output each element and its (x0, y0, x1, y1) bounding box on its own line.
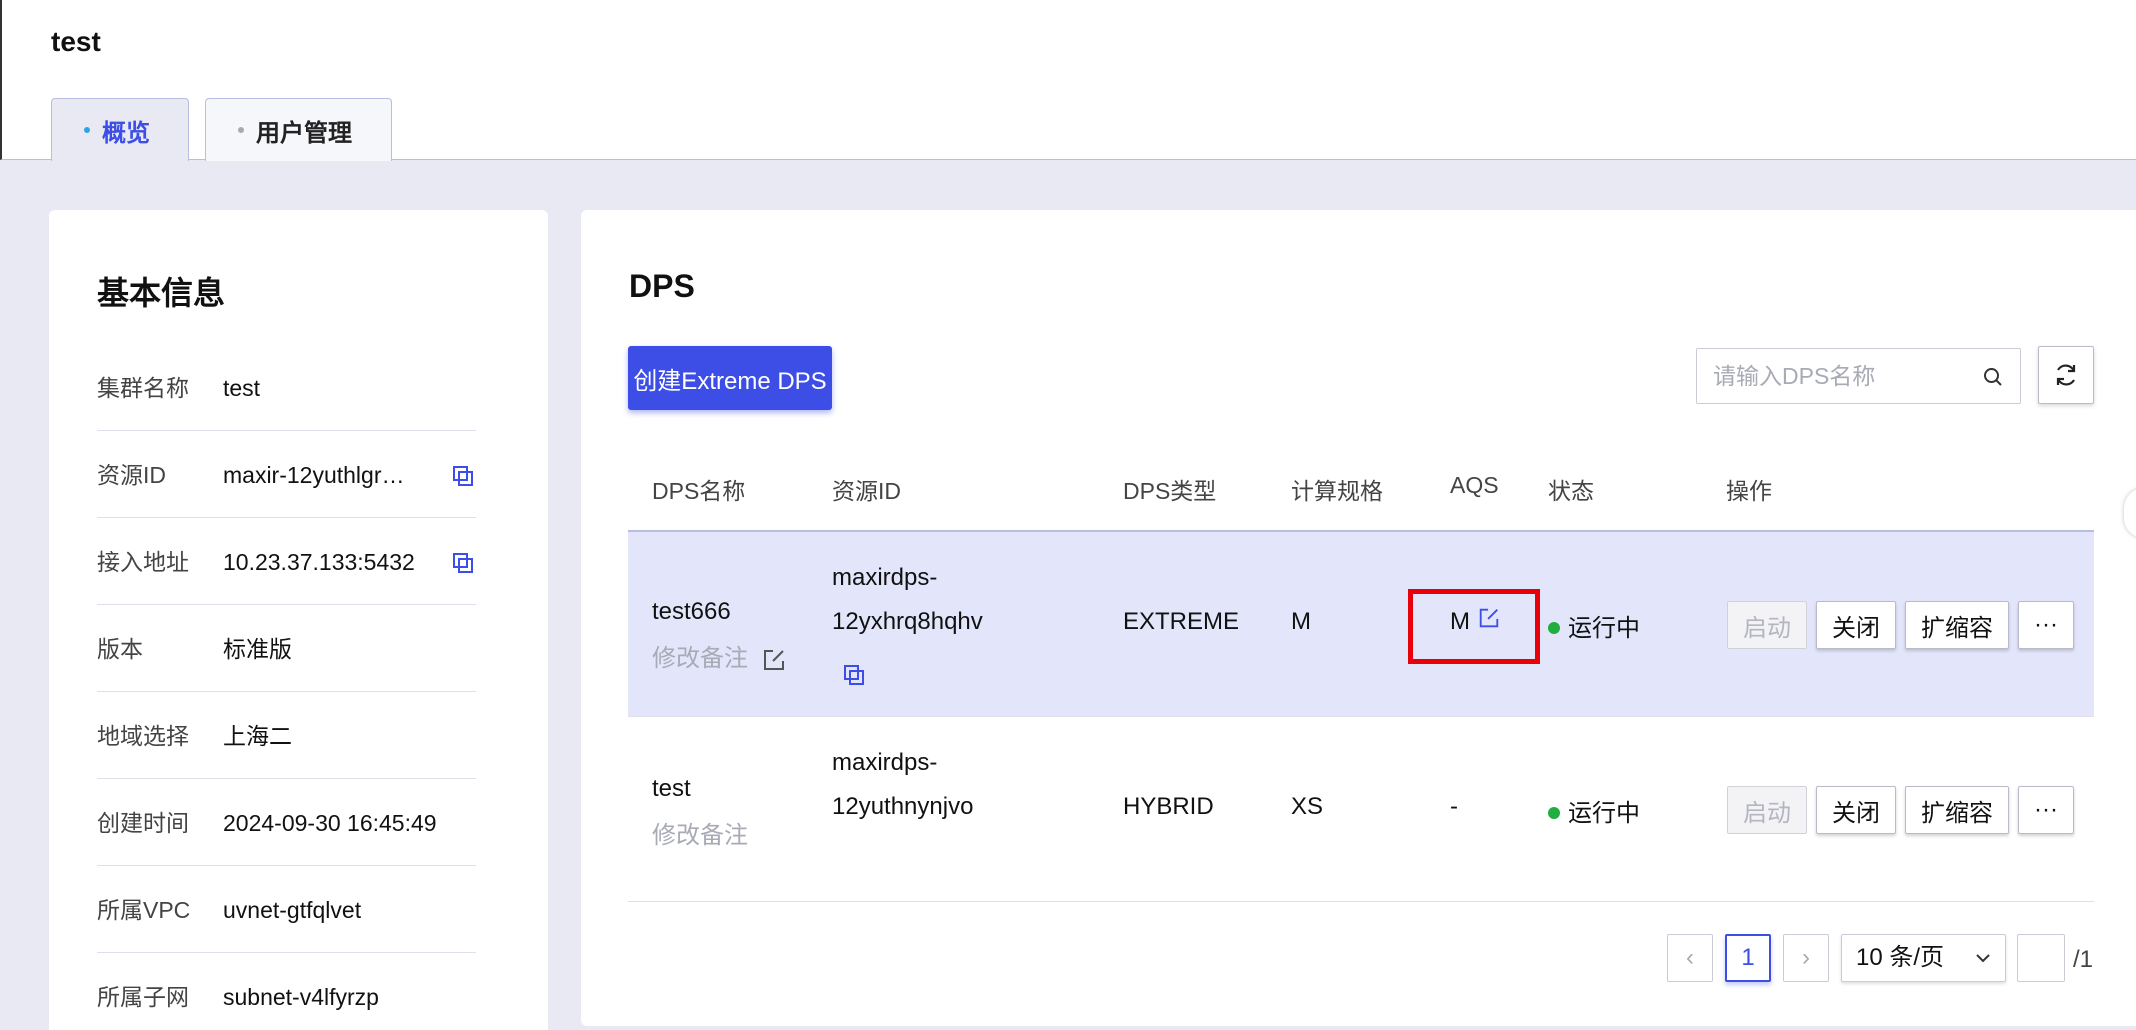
dps-type: HYBRID (1123, 793, 1214, 820)
scale-button[interactable]: 扩缩容 (1905, 786, 2009, 834)
info-row-region: 地域选择 上海二 (97, 693, 476, 779)
edit-remark-link[interactable]: 修改备注 (652, 815, 748, 850)
status-running-dot (1548, 621, 1560, 634)
resource-id-line1: maxirdps- (832, 749, 938, 776)
resource-id-line2: 12yxhrq8hqhv (832, 608, 983, 635)
column-header-dps-type: DPS类型 (1123, 478, 1217, 504)
tab-overview-label: 概览 (102, 119, 150, 147)
aqs-highlight-box (1408, 589, 1540, 664)
dps-search-box (1696, 348, 2021, 404)
basic-info-card: 基本信息 集群名称 test 资源ID maxir-12yuthlgr… 接入地… (49, 210, 548, 1030)
resource-id-line2: 12yuthnynjvo (832, 793, 974, 820)
status-label: 运行中 (1568, 800, 1640, 827)
info-row-created-time: 创建时间 2024-09-30 16:45:49 (97, 780, 476, 866)
dps-name: test (652, 775, 691, 802)
close-button[interactable]: 关闭 (1816, 786, 1896, 834)
info-row-resource-id: 资源ID maxir-12yuthlgr… (97, 432, 476, 518)
edit-remark-label: 修改备注 (652, 645, 748, 672)
info-label: 地域选择 (97, 723, 189, 749)
dps-title: DPS (629, 268, 695, 304)
page-number-button[interactable]: 1 (1725, 934, 1771, 982)
info-label: 创建时间 (97, 810, 189, 836)
page-title: test (51, 26, 101, 57)
info-row-access-address: 接入地址 10.23.37.133:5432 (97, 519, 476, 605)
info-row-cluster-name: 集群名称 test (97, 345, 476, 431)
info-row-subnet: 所属子网 subnet-v4lfyrzp (97, 954, 476, 1030)
tab-dot-icon (84, 127, 90, 133)
column-header-actions: 操作 (1726, 478, 1772, 504)
column-header-resource-id: 资源ID (832, 478, 901, 504)
column-header-compute-spec: 计算规格 (1291, 478, 1383, 504)
dps-type: EXTREME (1123, 608, 1240, 635)
more-actions-button[interactable]: ··· (2018, 601, 2074, 649)
info-label: 所属子网 (97, 984, 189, 1010)
dps-card: DPS 创建Extreme DPS DPS名称 资源ID DPS类型 计算规格 … (581, 210, 2136, 1026)
status-badge: 运行中 (1548, 608, 1640, 643)
compute-spec: XS (1291, 793, 1324, 820)
info-value: subnet-v4lfyrzp (223, 984, 379, 1010)
info-value: test (223, 375, 261, 401)
refresh-button[interactable] (2038, 346, 2094, 404)
status-badge: 运行中 (1548, 793, 1640, 828)
basic-info-title: 基本信息 (97, 275, 226, 311)
info-value: 2024-09-30 16:45:49 (223, 810, 437, 836)
start-button[interactable]: 启动 (1727, 601, 1807, 649)
compute-spec: M (1291, 608, 1311, 635)
copy-icon[interactable] (452, 552, 474, 574)
page-size-label: 10 条/页 (1856, 944, 1945, 971)
dps-name: test666 (652, 598, 731, 625)
copy-icon[interactable] (452, 465, 474, 487)
chevron-down-icon (1976, 954, 1990, 963)
tab-user-management[interactable]: 用户管理 (205, 98, 392, 161)
tab-dot-icon (238, 127, 244, 133)
info-label: 资源ID (97, 462, 166, 488)
column-header-status: 状态 (1548, 478, 1594, 504)
info-value: uvnet-gtfqlvet (223, 897, 362, 923)
page-header: test 概览 用户管理 (0, 0, 2136, 161)
info-row-version: 版本 标准版 (97, 606, 476, 692)
edit-remark-link[interactable]: 修改备注 (652, 638, 787, 673)
info-label: 版本 (97, 636, 143, 662)
column-header-aqs: AQS (1450, 472, 1499, 498)
next-page-button[interactable]: › (1783, 934, 1829, 982)
create-extreme-dps-button[interactable]: 创建Extreme DPS (628, 346, 832, 410)
total-pages: /1 (2073, 946, 2094, 973)
page-size-select[interactable]: 10 条/页 (1841, 934, 2006, 982)
info-label: 所属VPC (97, 897, 191, 923)
refresh-icon (2056, 364, 2076, 386)
status-label: 运行中 (1568, 615, 1640, 642)
column-header-dps-name: DPS名称 (652, 478, 746, 504)
search-icon[interactable] (1982, 366, 2004, 388)
info-label: 集群名称 (97, 375, 189, 401)
info-value: 标准版 (223, 636, 292, 662)
start-button[interactable]: 启动 (1727, 786, 1807, 834)
tab-overview[interactable]: 概览 (51, 98, 189, 161)
scale-button[interactable]: 扩缩容 (1905, 601, 2009, 649)
info-value: 10.23.37.133:5432 (223, 549, 415, 575)
resource-id-line1: maxirdps- (832, 564, 938, 591)
status-running-dot (1548, 806, 1560, 819)
info-value: maxir-12yuthlgr… (223, 462, 405, 488)
tab-user-management-label: 用户管理 (256, 119, 352, 147)
info-label: 接入地址 (97, 549, 189, 575)
copy-icon[interactable] (843, 664, 865, 686)
table-row: test 修改备注 maxirdps- 12yuthnynjvo HYBRID … (628, 717, 2094, 902)
info-row-vpc: 所属VPC uvnet-gtfqlvet (97, 867, 476, 953)
prev-page-button[interactable]: ‹ (1667, 934, 1713, 982)
table-row: test666 修改备注 maxirdps- 12yxhrq8hqhv EXTR… (628, 532, 2094, 717)
close-button[interactable]: 关闭 (1816, 601, 1896, 649)
page-jump-input[interactable] (2017, 934, 2065, 982)
aqs-value: - (1450, 793, 1458, 820)
edit-icon[interactable] (761, 647, 787, 673)
dps-search-input[interactable] (1713, 359, 1973, 393)
info-value: 上海二 (223, 723, 292, 749)
more-actions-button[interactable]: ··· (2018, 786, 2074, 834)
